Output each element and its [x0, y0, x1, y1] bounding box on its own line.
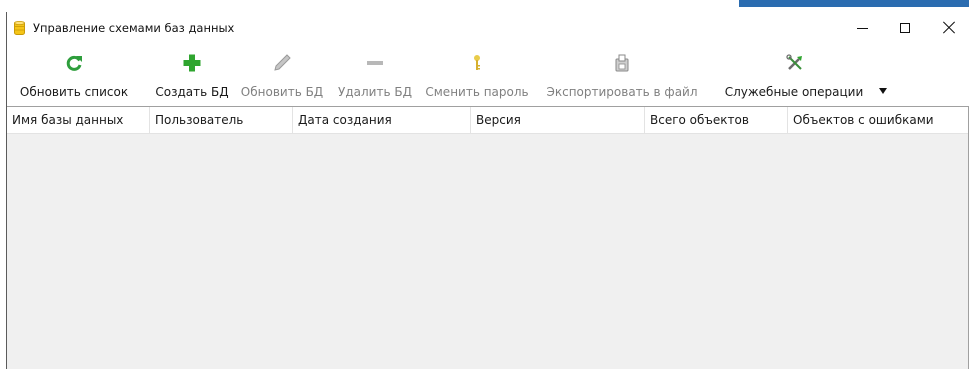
maximize-icon	[885, 12, 925, 44]
pencil-icon	[274, 54, 291, 71]
update-db-button[interactable]: Обновить БД	[236, 44, 328, 106]
refresh-list-label: Обновить список	[19, 85, 129, 99]
delete-db-button[interactable]: Удалить БД	[331, 44, 419, 106]
screen-top-strip	[0, 0, 969, 7]
column-header[interactable]: Всего объектов	[645, 107, 788, 133]
export-file-button[interactable]: Экспортировать в файл	[539, 44, 705, 106]
change-password-button[interactable]: Сменить пароль	[422, 44, 532, 106]
column-header[interactable]: Имя базы данных	[7, 107, 150, 133]
window-title: Управление схемами баз данных	[33, 21, 235, 35]
key-icon	[474, 55, 480, 70]
export-file-label: Экспортировать в файл	[546, 85, 698, 99]
table-body[interactable]	[7, 133, 968, 369]
create-db-button[interactable]: Создать БД	[146, 44, 238, 106]
column-header[interactable]: Пользователь	[150, 107, 293, 133]
minimize-button[interactable]	[842, 12, 882, 44]
column-header[interactable]: Объектов с ошибками	[788, 107, 968, 133]
close-icon	[929, 12, 969, 44]
service-ops-button[interactable]: Служебные операции	[713, 44, 875, 106]
database-icon	[14, 21, 25, 35]
column-header[interactable]: Версия	[471, 107, 645, 133]
plus-icon	[183, 54, 201, 72]
minimize-icon	[842, 12, 882, 44]
create-db-label: Создать БД	[155, 85, 229, 99]
app-window: Управление схемами баз данных Обновить с…	[6, 12, 969, 369]
title-bar[interactable]: Управление схемами баз данных	[7, 12, 969, 44]
maximize-button[interactable]	[885, 12, 925, 44]
column-header[interactable]: Дата создания	[293, 107, 471, 133]
refresh-list-button[interactable]: Обновить список	[7, 44, 141, 106]
refresh-icon	[66, 55, 82, 71]
close-button[interactable]	[929, 12, 969, 44]
service-ops-label: Служебные операции	[724, 85, 864, 99]
export-icon	[615, 54, 629, 72]
table-header: Имя базы данных Пользователь Дата создан…	[7, 107, 968, 134]
delete-db-label: Удалить БД	[338, 85, 412, 99]
tools-icon	[786, 54, 802, 70]
change-password-label: Сменить пароль	[425, 85, 529, 99]
toolbar: Обновить список Создать БД Обновить БД У…	[7, 44, 969, 106]
database-table: Имя базы данных Пользователь Дата создан…	[7, 106, 969, 369]
minus-icon	[367, 61, 383, 65]
chevron-down-icon[interactable]	[879, 88, 887, 94]
update-db-label: Обновить БД	[240, 85, 324, 99]
